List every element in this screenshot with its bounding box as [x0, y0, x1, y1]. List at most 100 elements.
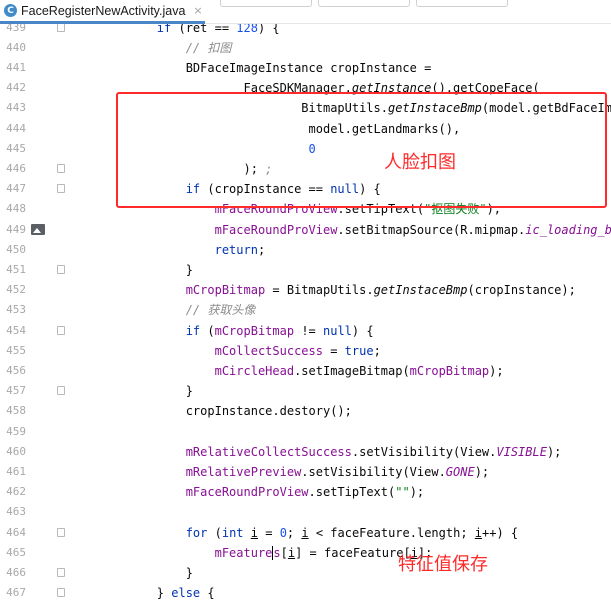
tab-partial[interactable]	[318, 0, 410, 7]
image-resource-icon[interactable]	[31, 223, 45, 235]
code-line[interactable]: 456 mCircleHead.setImageBitmap(mCropBitm…	[0, 361, 611, 381]
code-line[interactable]: 453 // 获取头像	[0, 300, 611, 320]
line-number: 446	[6, 161, 26, 175]
crop-highlight-box	[116, 92, 607, 208]
code-line[interactable]: 462 mFaceRoundProView.setTipText("");	[0, 482, 611, 502]
code-line[interactable]: 449 mFaceRoundProView.setBitmapSource(R.…	[0, 220, 611, 240]
fold-marker-icon[interactable]	[57, 527, 65, 537]
code-line[interactable]: 450 return;	[0, 240, 611, 260]
line-number: 439	[6, 24, 26, 34]
close-icon[interactable]: ×	[193, 4, 202, 17]
code-token: 128	[236, 24, 258, 35]
fold-marker-icon[interactable]	[57, 588, 65, 598]
code-token: (ret ==	[171, 24, 237, 35]
code-token: =	[258, 525, 280, 540]
code-token: i	[474, 525, 483, 540]
fold-marker-icon[interactable]	[57, 325, 65, 335]
code-text: mCollectSuccess = true;	[99, 341, 381, 361]
code-token: ;	[373, 343, 381, 358]
code-line[interactable]: 465 mFeatures[i] = faceFeature[i];	[0, 543, 611, 563]
code-line[interactable]: 464 for (int i = 0; i < faceFeature.leng…	[0, 523, 611, 543]
line-number: 441	[6, 60, 26, 74]
line-number: 442	[6, 81, 26, 95]
code-token: ""	[395, 485, 410, 500]
code-line[interactable]: 454 if (mCropBitmap != null) {	[0, 321, 611, 341]
code-token: for	[185, 525, 208, 540]
line-number: 460	[6, 444, 26, 458]
code-token: true	[344, 343, 374, 358]
line-number: 449	[6, 222, 26, 236]
code-token: i	[301, 525, 309, 540]
code-text: for (int i = 0; i < faceFeature.length; …	[99, 523, 518, 543]
code-token: mFaceRoundProView	[214, 222, 338, 237]
line-number: 464	[6, 525, 26, 539]
code-line[interactable]: 463	[0, 502, 611, 522]
code-token: getInstaceBmp	[373, 283, 468, 298]
feature-annotation: 特征值保存	[398, 554, 488, 575]
code-line[interactable]: 455 mCollectSuccess = true;	[0, 341, 611, 361]
code-token: mCircleHead	[214, 363, 295, 378]
code-token: VISIBLE	[496, 444, 547, 459]
code-token: i	[287, 545, 296, 560]
code-text: mCircleHead.setImageBitmap(mCropBitmap);	[99, 361, 504, 381]
code-line[interactable]: 461 mRelativePreview.setVisibility(View.…	[0, 462, 611, 482]
code-line[interactable]: 467 } else {	[0, 583, 611, 603]
fold-marker-icon[interactable]	[57, 24, 65, 32]
code-token: ic_loading_blue	[525, 222, 611, 237]
code-token: =	[322, 343, 345, 358]
line-number: 466	[6, 565, 26, 579]
code-line[interactable]: 441 BDFaceImageInstance cropInstance =	[0, 58, 611, 78]
code-token: i	[250, 525, 258, 540]
code-line[interactable]: 439 if (ret == 128) {	[0, 24, 611, 38]
code-text: if (ret == 128) {	[99, 24, 280, 38]
code-token: ;	[257, 242, 266, 257]
code-line[interactable]: 459	[0, 422, 611, 442]
fold-marker-icon[interactable]	[57, 184, 65, 194]
tab-filename: FaceRegisterNewActivity.java	[21, 3, 186, 18]
code-text: // 扣图	[99, 38, 232, 58]
code-line[interactable]: 458 cropInstance.destory();	[0, 401, 611, 421]
line-number: 462	[6, 485, 26, 499]
code-token: {	[200, 586, 215, 601]
code-line[interactable]: 440 // 扣图	[0, 38, 611, 58]
code-line[interactable]: 452 mCropBitmap = BitmapUtils.getInstace…	[0, 280, 611, 300]
fold-marker-icon[interactable]	[57, 264, 65, 274]
code-line[interactable]: 466 }	[0, 563, 611, 583]
code-token: s	[273, 545, 281, 560]
fold-marker-icon[interactable]	[57, 567, 65, 577]
line-number: 440	[6, 40, 26, 54]
code-token: ;	[286, 525, 302, 540]
code-token: else	[171, 586, 201, 601]
fold-marker-icon[interactable]	[57, 163, 65, 173]
code-token: GONE	[445, 464, 475, 479]
line-number: 450	[6, 242, 26, 256]
tab-face-register-activity[interactable]: C FaceRegisterNewActivity.java ×	[0, 0, 205, 24]
line-number: 452	[6, 283, 26, 297]
code-token: mRelativePreview	[185, 464, 302, 479]
code-text: mFaceRoundProView.setTipText("");	[99, 482, 424, 502]
tab-partial[interactable]	[416, 0, 508, 7]
line-number: 465	[6, 545, 26, 559]
fold-marker-icon[interactable]	[57, 386, 65, 396]
line-number: 467	[6, 586, 26, 600]
code-line[interactable]: 460 mRelativeCollectSuccess.setVisibilit…	[0, 442, 611, 462]
code-token: .setBitmapSource(R.mipmap.	[337, 222, 526, 237]
java-class-icon: C	[4, 4, 17, 17]
code-line[interactable]: 457 }	[0, 381, 611, 401]
code-token: }	[99, 565, 193, 580]
code-editor[interactable]: 439 if (ret == 128) {440 // 扣图 441 BDFace…	[0, 24, 611, 607]
code-line[interactable]: 451 }	[0, 260, 611, 280]
tab-partial[interactable]	[220, 0, 312, 7]
code-token: // 扣图	[185, 40, 232, 55]
code-token: null	[323, 323, 352, 338]
